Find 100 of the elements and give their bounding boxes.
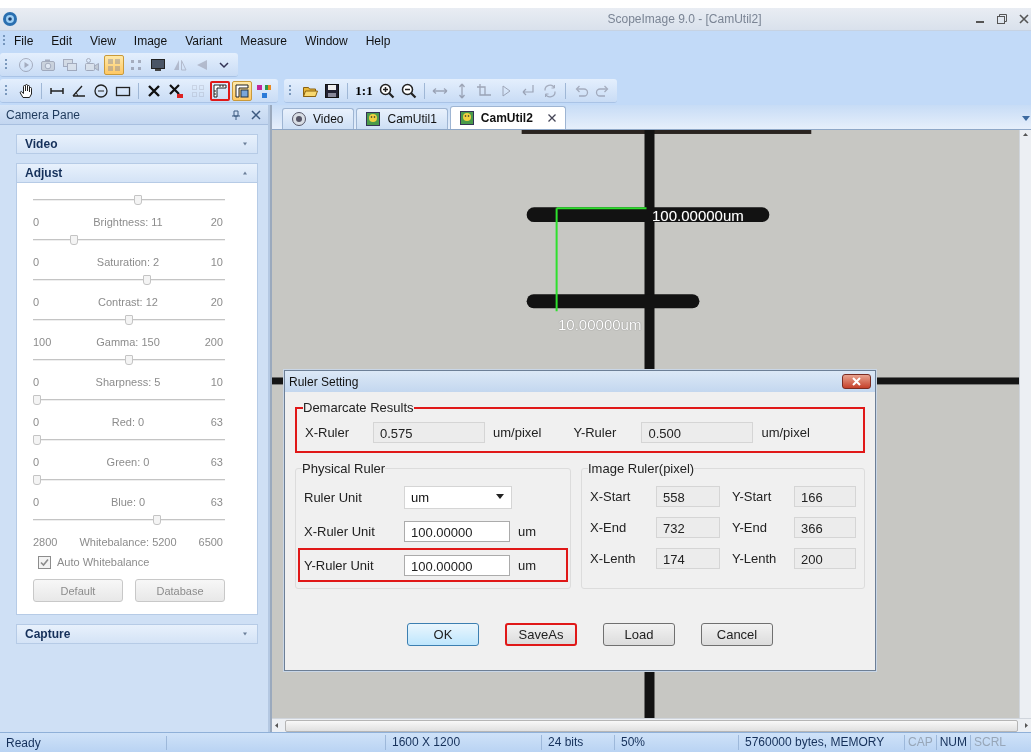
min-label: 0 <box>33 295 41 309</box>
tab[interactable]: Video <box>282 108 355 129</box>
caret-down-icon[interactable] <box>1021 113 1031 123</box>
field-label: Y-Start <box>732 489 773 504</box>
menu-item[interactable]: Edit <box>49 33 75 49</box>
pane-title: Camera Pane <box>6 107 82 122</box>
close-icon <box>852 377 861 386</box>
scroll-up-arrow-icon[interactable] <box>1021 130 1030 139</box>
max-label: 10 <box>209 375 223 389</box>
tab[interactable]: CamUtil2 <box>449 106 566 129</box>
chevron-down-icon[interactable] <box>241 630 249 638</box>
dialog-button[interactable]: Load <box>603 623 675 646</box>
field-label: Y-Lenth <box>732 551 778 566</box>
field-label: Y-Ruler <box>573 424 618 440</box>
close-icon <box>1017 12 1031 26</box>
vertical-scrollbar[interactable] <box>1019 130 1031 718</box>
menu-item[interactable]: Variant <box>183 33 225 49</box>
field-label: X-End <box>590 520 628 535</box>
slider-label: Red: 0 <box>110 415 146 429</box>
max-label: 200 <box>203 335 223 349</box>
dialog-button[interactable]: SaveAs <box>505 623 577 646</box>
slider-label: Brightness: 11 <box>92 215 164 229</box>
close-button[interactable] <box>842 374 871 389</box>
text-field[interactable]: 166 <box>794 486 856 507</box>
close-icon[interactable] <box>546 113 557 123</box>
min-label: 100 <box>33 335 53 349</box>
field-label: X-Lenth <box>590 551 637 566</box>
min-label: 0 <box>33 415 41 429</box>
field-label: X-Ruler <box>305 424 351 440</box>
status-indicator: CAP <box>904 735 936 750</box>
text-field[interactable]: 558 <box>656 486 720 507</box>
section-header[interactable]: Video <box>16 134 258 154</box>
text-field[interactable]: 0.575 <box>373 421 485 443</box>
lens-icon <box>291 111 307 127</box>
slider-label: Saturation: 2 <box>95 255 161 269</box>
menu-item[interactable]: Window <box>303 33 350 49</box>
min-label: 2800 <box>33 535 59 549</box>
close-button[interactable] <box>1017 12 1031 26</box>
slider-label: Contrast: 12 <box>97 295 159 309</box>
scroll-right-arrow-icon[interactable] <box>1022 721 1031 730</box>
text-field[interactable]: 732 <box>656 517 720 538</box>
section-header[interactable]: Adjust <box>16 163 258 183</box>
slider-label: Green: 0 <box>105 455 151 469</box>
status-indicator: SCRL <box>970 735 1010 750</box>
slider-label: Sharpness: 5 <box>94 375 162 389</box>
actual-size-button[interactable]: 1:1 <box>353 80 375 101</box>
dialog-button[interactable]: OK <box>407 623 479 646</box>
slider-label: Gamma: 150 <box>95 335 161 349</box>
image-icon <box>458 110 475 126</box>
menu-item[interactable]: Image <box>131 33 170 49</box>
drag-handle[interactable] <box>2 34 6 48</box>
ruler-icon[interactable] <box>210 80 230 101</box>
text-field[interactable]: 0.500 <box>641 421 754 443</box>
unit-label: um <box>518 523 537 539</box>
max-label: 20 <box>209 215 223 229</box>
field-label: X-Start <box>590 489 632 504</box>
group-title: Image Ruler(pixel) <box>588 461 695 476</box>
min-label: 0 <box>33 215 41 229</box>
text-field[interactable]: 100.00000 <box>404 520 510 542</box>
max-label: 20 <box>209 295 223 309</box>
app-logo-icon <box>2 11 18 27</box>
status-indicator: NUM <box>935 735 970 750</box>
min-label: 0 <box>33 255 41 269</box>
text-field[interactable]: 200 <box>794 548 856 569</box>
dialog-button[interactable]: Cancel <box>701 623 773 646</box>
group-title: Physical Ruler <box>302 461 386 476</box>
text-field[interactable]: 366 <box>794 517 856 538</box>
unit-label: um/pixel <box>493 424 542 440</box>
menu-item[interactable]: Help <box>363 33 393 49</box>
field-label: Ruler Unit <box>304 489 363 505</box>
text-field[interactable]: 100.00000 <box>404 554 510 576</box>
status-field: 50% <box>614 735 738 750</box>
drag-handle[interactable] <box>288 83 292 98</box>
scroll-left-arrow-icon[interactable] <box>272 721 281 730</box>
close-icon[interactable] <box>250 108 262 121</box>
field-label: X-Ruler Unit <box>304 523 376 539</box>
dialog-title: Ruler Setting <box>289 374 360 389</box>
restore-button[interactable] <box>995 12 1009 26</box>
menu-item[interactable]: View <box>88 33 118 49</box>
tab[interactable]: CamUtil1 <box>356 108 448 129</box>
menu-item[interactable]: File <box>12 33 36 49</box>
group-title: Demarcate Results <box>303 400 414 415</box>
menu-item[interactable]: Measure <box>238 33 289 49</box>
max-label: 63 <box>209 455 223 469</box>
pin-icon[interactable] <box>230 108 242 121</box>
chevron-down-icon[interactable] <box>241 140 249 148</box>
ruler-icon[interactable] <box>232 80 252 101</box>
restore-icon <box>995 12 1009 26</box>
section-header[interactable]: Capture <box>16 624 258 644</box>
image-icon <box>365 111 382 127</box>
drag-handle[interactable] <box>4 83 8 98</box>
drag-handle[interactable] <box>4 57 8 72</box>
min-label: 0 <box>33 375 41 389</box>
window-title: ScopeImage 9.0 - [CamUtil2] <box>606 12 763 26</box>
caret-down-icon <box>495 494 505 500</box>
text-field[interactable]: 174 <box>656 548 720 569</box>
chevron-up-icon[interactable] <box>241 169 249 177</box>
unit-label: um/pixel <box>761 424 810 440</box>
status-field: 5760000 bytes, MEMORY <box>738 735 904 750</box>
dropdown[interactable]: um <box>404 485 512 509</box>
